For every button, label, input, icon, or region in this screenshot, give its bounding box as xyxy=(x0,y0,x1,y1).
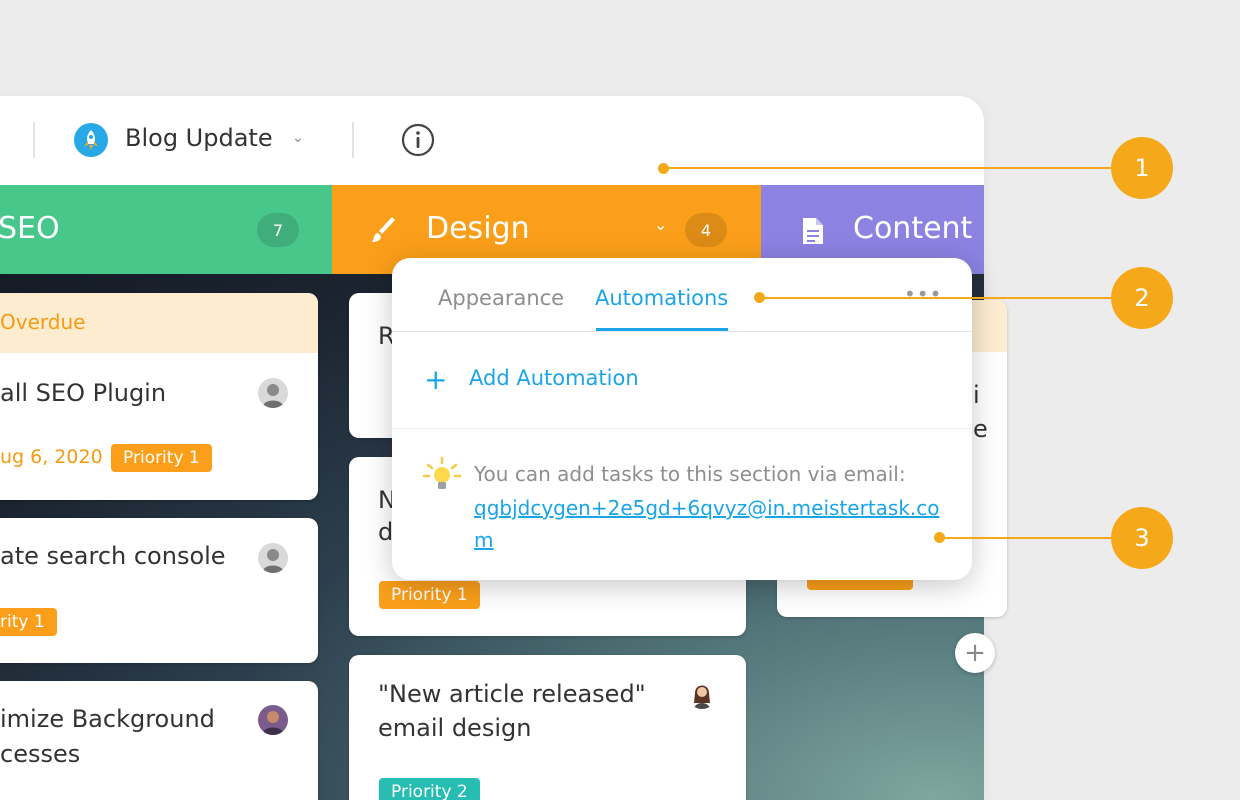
column-title: SEO xyxy=(0,211,60,246)
column-title: Content xyxy=(853,211,973,246)
divider xyxy=(392,428,972,429)
task-title: e xyxy=(973,415,988,443)
avatar[interactable] xyxy=(258,543,288,573)
avatar[interactable] xyxy=(687,679,717,709)
callout-line xyxy=(760,297,1115,299)
section-email-link[interactable]: qgbjdcygen+2e5gd+6qvyz@in.meistertask.co… xyxy=(474,492,944,556)
column-header-seo[interactable]: SEO 7 xyxy=(0,185,332,275)
avatar[interactable] xyxy=(258,378,288,408)
divider xyxy=(392,331,972,332)
chevron-down-icon[interactable]: ⌄ xyxy=(654,215,667,234)
task-count-badge: 4 xyxy=(685,213,727,247)
task-card[interactable]: "New article released" email design Prio… xyxy=(349,655,746,800)
header-divider xyxy=(352,122,354,158)
rocket-icon[interactable] xyxy=(74,123,108,157)
callout-line xyxy=(664,167,1114,169)
task-title: "New article released" xyxy=(378,680,646,708)
add-automation-button[interactable]: Add Automation xyxy=(469,366,639,390)
priority-tag: Priority 2 xyxy=(379,778,480,800)
plus-icon[interactable]: + xyxy=(424,366,447,394)
task-card[interactable]: Overdue all SEO Plugin ug 6, 2020 Priori… xyxy=(0,293,318,500)
info-icon[interactable] xyxy=(401,123,435,157)
priority-tag: Priority 1 xyxy=(379,581,480,609)
callout-badge-3: 3 xyxy=(1111,507,1173,569)
header-divider xyxy=(33,122,35,158)
document-icon xyxy=(803,218,823,244)
callout-badge-1: 1 xyxy=(1111,137,1173,199)
task-card[interactable]: imize Background cesses xyxy=(0,681,318,800)
task-title: cesses xyxy=(0,740,81,768)
add-section-button[interactable]: + xyxy=(955,633,995,673)
task-title: all SEO Plugin xyxy=(0,379,167,407)
tab-automations[interactable]: Automations xyxy=(595,286,728,310)
column-settings-popover: Appearance Automations ••• + Add Automat… xyxy=(392,258,972,580)
callout-line xyxy=(940,537,1115,539)
column-title: Design xyxy=(426,211,530,246)
task-title: email design xyxy=(378,714,532,742)
brush-icon xyxy=(372,217,395,242)
more-options-icon[interactable]: ••• xyxy=(904,282,942,306)
chevron-down-icon[interactable]: ⌄ xyxy=(292,130,304,146)
overdue-banner: Overdue xyxy=(0,293,318,353)
task-card[interactable]: ate search console rity 1 xyxy=(0,518,318,663)
task-title: ate search console xyxy=(0,542,226,570)
lightbulb-icon xyxy=(422,456,462,489)
task-title: d xyxy=(378,518,394,546)
task-count-badge: 7 xyxy=(257,213,299,247)
task-title: i xyxy=(973,381,980,409)
priority-tag: Priority 1 xyxy=(111,444,212,472)
email-hint-text: You can add tasks to this section via em… xyxy=(474,462,906,486)
project-header: Blog Update ⌄ xyxy=(0,96,984,185)
project-title[interactable]: Blog Update xyxy=(125,124,273,152)
tab-appearance[interactable]: Appearance xyxy=(438,286,564,310)
avatar[interactable] xyxy=(258,705,288,735)
priority-tag: rity 1 xyxy=(0,608,57,636)
task-title: imize Background xyxy=(0,705,215,733)
due-date: ug 6, 2020 xyxy=(0,446,103,468)
callout-badge-2: 2 xyxy=(1111,267,1173,329)
overdue-label: Overdue xyxy=(0,310,86,334)
